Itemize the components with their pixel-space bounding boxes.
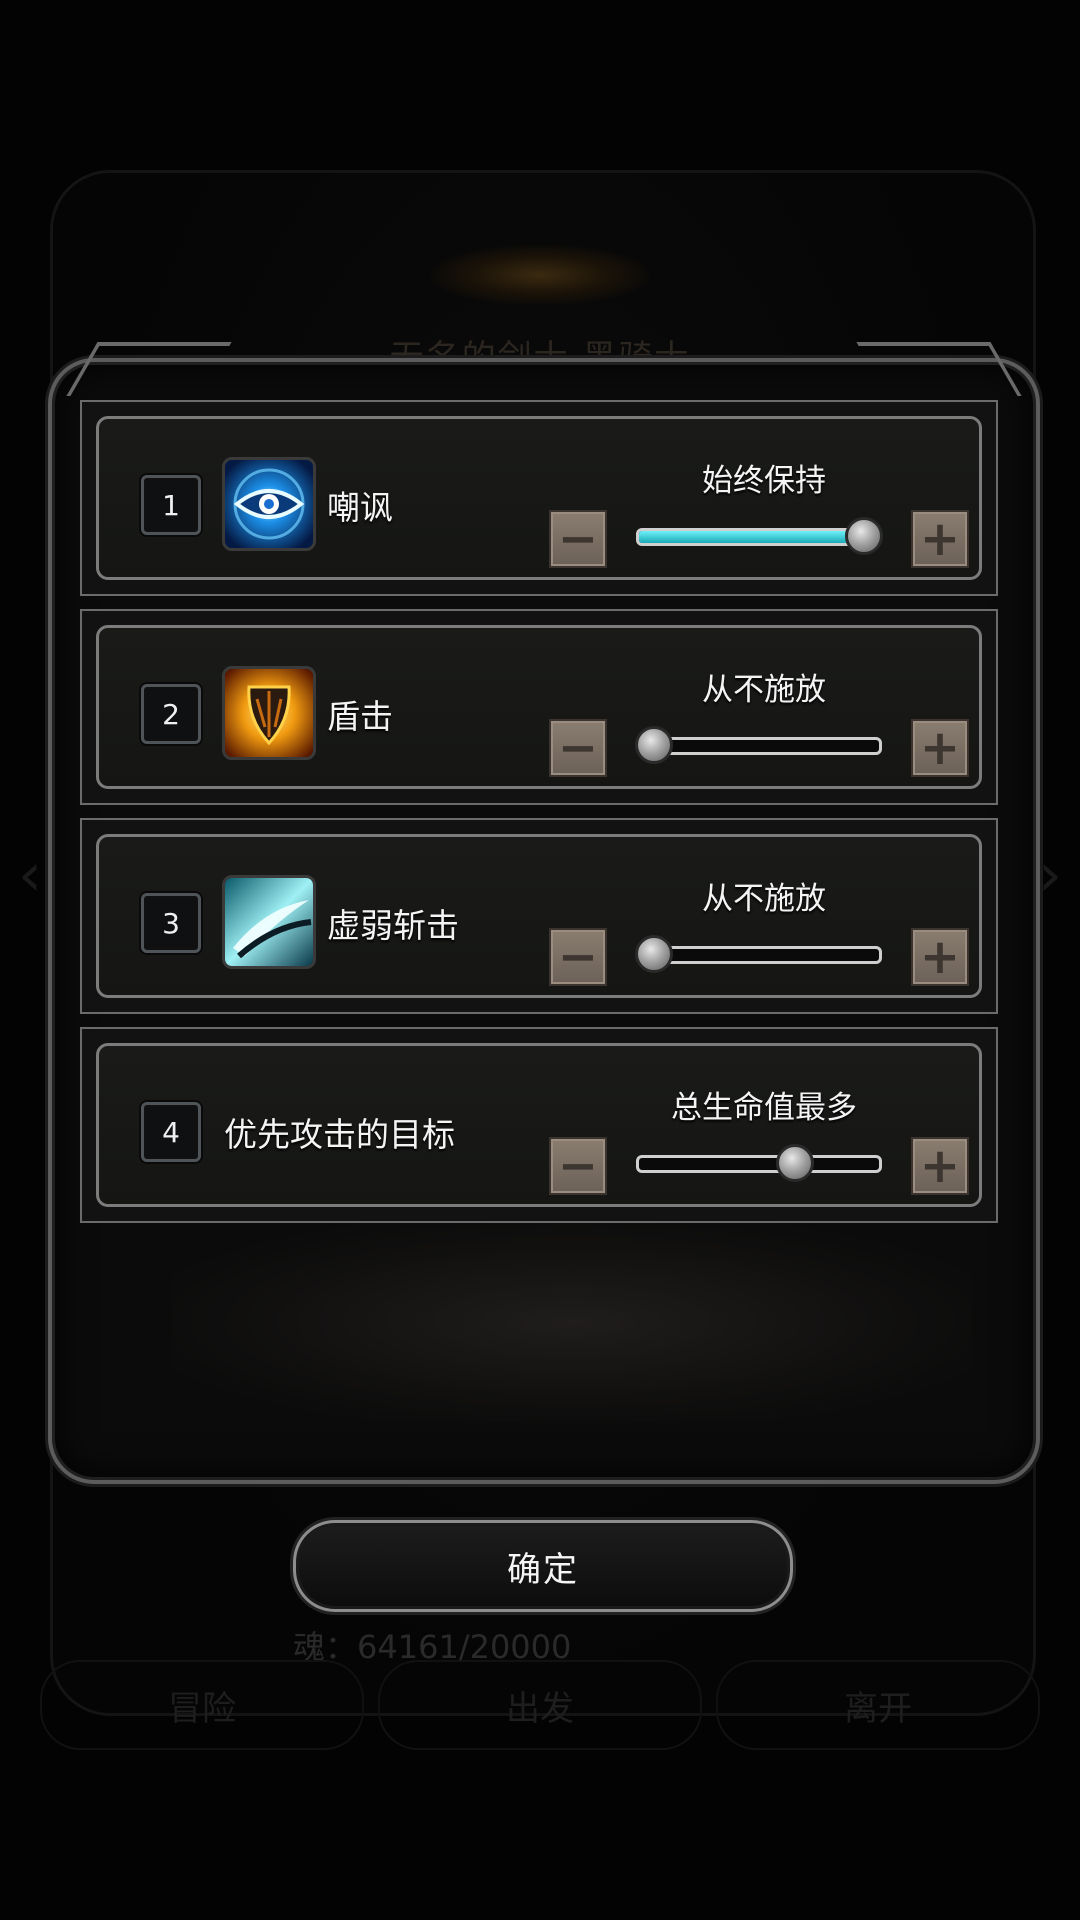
setting-value-label: 始终保持: [702, 463, 826, 499]
row-number: 1: [141, 475, 201, 535]
minus-button[interactable]: −: [549, 719, 607, 777]
skill-name: 嘲讽: [327, 488, 393, 527]
setting-row-shield-bash: 2 盾击 从不施放 − +: [80, 609, 998, 805]
adventure-button: 冒险: [40, 1660, 364, 1750]
slider-knob[interactable]: [845, 517, 883, 555]
setting-value-label: 总生命值最多: [671, 1090, 857, 1126]
setting-row-priority-target: 4 优先攻击的目标 总生命值最多 − +: [80, 1027, 998, 1223]
plus-button[interactable]: +: [911, 510, 969, 568]
taunt-eye-icon: [222, 457, 316, 551]
row-frame: 4 优先攻击的目标 总生命值最多 − +: [96, 1043, 982, 1207]
slider-knob[interactable]: [635, 935, 673, 973]
row-frame: 1 嘲讽 始终保持 − +: [96, 416, 982, 580]
leave-button: 离开: [716, 1660, 1040, 1750]
slider-knob[interactable]: [776, 1144, 814, 1182]
plus-button[interactable]: +: [911, 1137, 969, 1195]
row-number: 3: [141, 893, 201, 953]
row-frame: 3 虚弱斩击 从不施放 − +: [96, 834, 982, 998]
setting-value-label: 从不施放: [702, 881, 826, 917]
skill-name: 虚弱斩击: [327, 906, 459, 945]
depart-button: 出发: [378, 1660, 702, 1750]
crest-ornament: [430, 245, 650, 305]
setting-row-weak-slash: 3 虚弱斩击 从不施放 − +: [80, 818, 998, 1014]
skill-name: 优先攻击的目标: [224, 1115, 455, 1154]
slider-knob[interactable]: [635, 726, 673, 764]
slider-track[interactable]: [636, 1155, 882, 1173]
left-arrow-icon: ‹: [18, 840, 42, 910]
minus-button[interactable]: −: [549, 928, 607, 986]
settings-list: 1 嘲讽 始终保持 − + 2 盾击 从不施放 − + 3 虚弱斩击 从不施放 …: [80, 400, 998, 1236]
plus-button[interactable]: +: [911, 928, 969, 986]
setting-row-taunt: 1 嘲讽 始终保持 − +: [80, 400, 998, 596]
shield-bash-icon: [222, 666, 316, 760]
minus-button[interactable]: −: [549, 1137, 607, 1195]
setting-value-label: 从不施放: [702, 672, 826, 708]
right-arrow-icon: ›: [1038, 840, 1062, 910]
row-number: 2: [141, 684, 201, 744]
plus-button[interactable]: +: [911, 719, 969, 777]
dialog-background-art: [172, 1222, 972, 1422]
minus-button[interactable]: −: [549, 510, 607, 568]
row-number: 4: [141, 1102, 201, 1162]
background-nav: 冒险 出发 离开: [40, 1660, 1040, 1750]
confirm-button[interactable]: 确定: [293, 1520, 793, 1612]
weak-slash-icon: [222, 875, 316, 969]
row-frame: 2 盾击 从不施放 − +: [96, 625, 982, 789]
skill-name: 盾击: [327, 697, 393, 736]
